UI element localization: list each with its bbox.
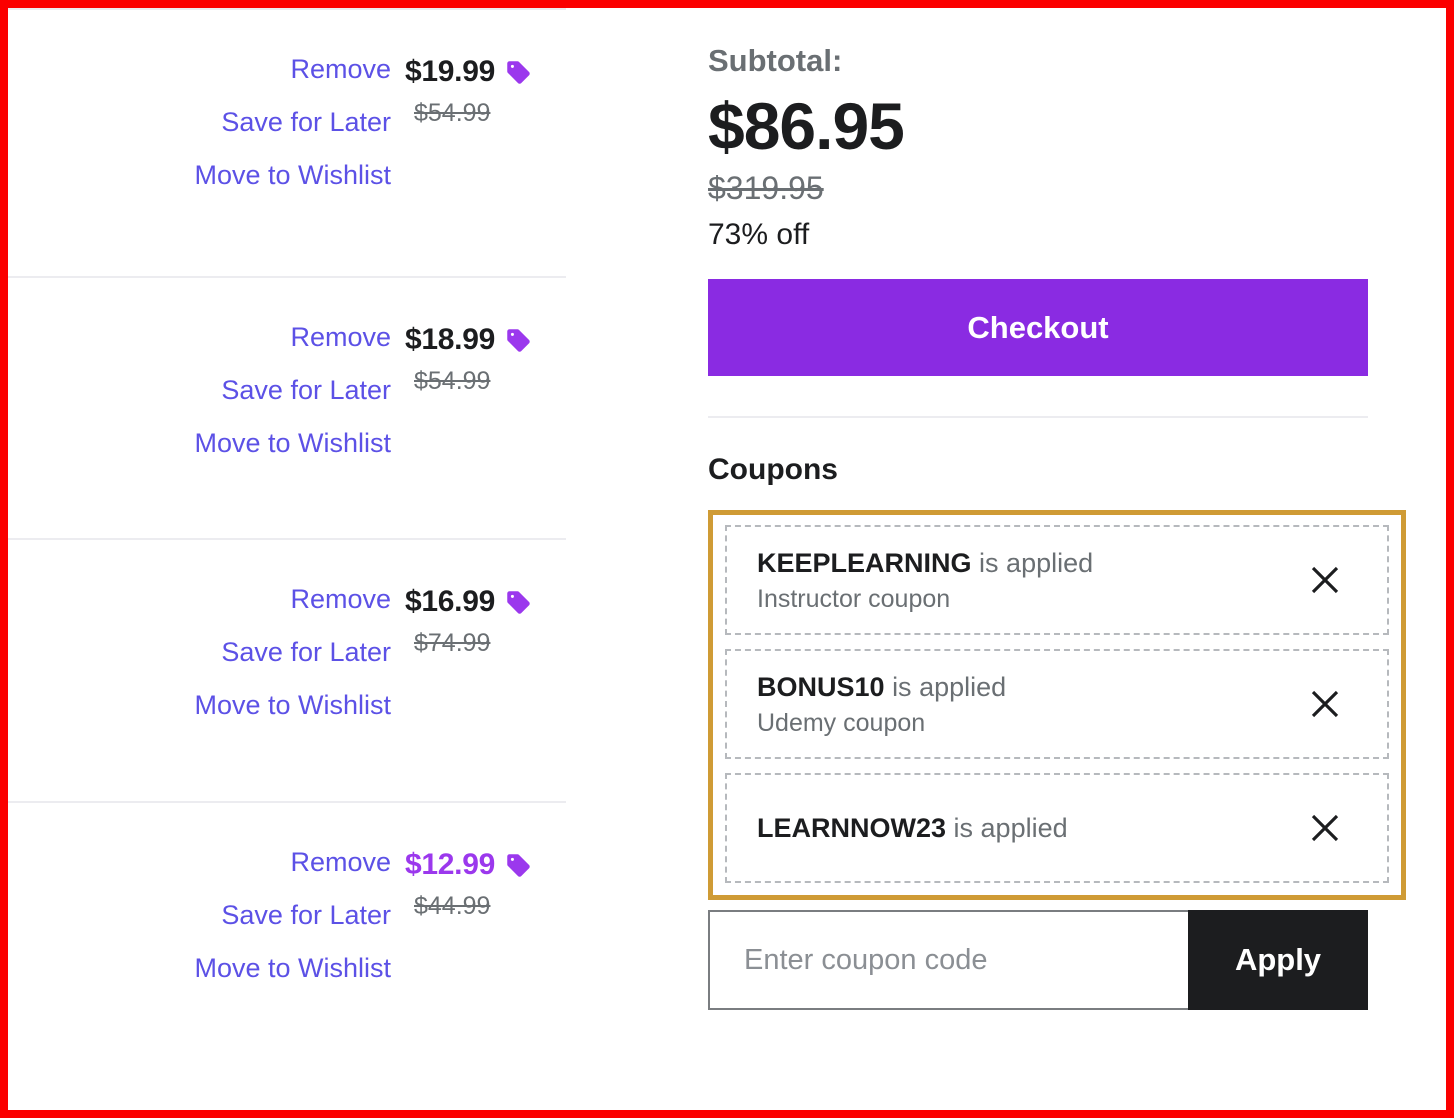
save-for-later-link[interactable]: Save for Later xyxy=(221,637,391,668)
item-original-price: $44.99 xyxy=(414,892,491,920)
coupon-text: BONUS10 is applied Udemy coupon xyxy=(757,670,1006,739)
coupon-status: is applied xyxy=(953,813,1068,843)
tag-icon xyxy=(507,60,530,84)
cart-item-price-block: $18.99 $54.99 xyxy=(391,278,566,396)
coupon-code: LEARNNOW23 xyxy=(757,813,947,843)
price-row: $16.99 xyxy=(405,584,532,620)
price-row: $12.99 xyxy=(405,847,532,883)
coupon-code-input[interactable] xyxy=(708,910,1188,1010)
checkout-button[interactable]: Checkout xyxy=(708,279,1368,376)
summary-divider xyxy=(708,416,1368,418)
tag-icon xyxy=(507,328,530,352)
item-original-price: $74.99 xyxy=(414,629,491,657)
remove-link[interactable]: Remove xyxy=(290,847,391,878)
remove-coupon-button[interactable] xyxy=(1303,558,1347,602)
coupons-heading: Coupons xyxy=(708,453,838,486)
item-current-price: $16.99 xyxy=(405,585,495,618)
save-for-later-link[interactable]: Save for Later xyxy=(221,375,391,406)
subtotal-discount-percent: 73% off xyxy=(708,218,810,251)
tag-icon xyxy=(507,853,530,877)
move-to-wishlist-link[interactable]: Move to Wishlist xyxy=(194,953,391,984)
remove-coupon-button[interactable] xyxy=(1303,806,1347,850)
applied-coupon-row: BONUS10 is applied Udemy coupon xyxy=(725,649,1389,759)
subtotal-amount: $86.95 xyxy=(708,89,905,163)
remove-link[interactable]: Remove xyxy=(290,584,391,615)
coupon-code: KEEPLEARNING xyxy=(757,547,972,578)
applied-coupons-box: KEEPLEARNING is applied Instructor coupo… xyxy=(708,510,1406,900)
cart-items-column: Remove Save for Later Move to Wishlist $… xyxy=(8,8,566,1110)
apply-coupon-button[interactable]: Apply xyxy=(1188,910,1368,1010)
cart-item: Remove Save for Later Move to Wishlist $… xyxy=(8,8,566,278)
coupon-status-line: BONUS10 is applied xyxy=(757,670,1006,704)
cart-item: Remove Save for Later Move to Wishlist $… xyxy=(8,803,566,1048)
coupon-status: is applied xyxy=(892,671,1007,702)
cart-item-actions: Remove Save for Later Move to Wishlist xyxy=(194,10,391,225)
coupon-entry-row: Apply xyxy=(708,910,1368,1010)
coupon-text: LEARNNOW23 is applied xyxy=(757,811,1068,845)
tag-icon xyxy=(507,590,530,614)
close-icon xyxy=(1311,814,1339,842)
coupon-status-line: LEARNNOW23 is applied xyxy=(757,811,1068,845)
item-original-price: $54.99 xyxy=(414,367,491,395)
applied-coupon-row: KEEPLEARNING is applied Instructor coupo… xyxy=(725,525,1389,635)
item-current-price: $18.99 xyxy=(405,323,495,356)
cart-item-price-block: $12.99 $44.99 xyxy=(391,803,566,921)
subtotal-original-price: $319.95 xyxy=(708,170,824,206)
coupon-status-line: KEEPLEARNING is applied xyxy=(757,546,1093,580)
cart-page: Remove Save for Later Move to Wishlist $… xyxy=(8,8,1446,1110)
item-original-price: $54.99 xyxy=(414,99,491,127)
price-row: $19.99 xyxy=(405,54,532,90)
subtotal-label: Subtotal: xyxy=(708,43,843,78)
applied-coupon-row: LEARNNOW23 is applied xyxy=(725,773,1389,883)
save-for-later-link[interactable]: Save for Later xyxy=(221,900,391,931)
coupon-status: is applied xyxy=(979,547,1094,578)
cart-item-price-block: $19.99 $54.99 xyxy=(391,10,566,128)
cart-item: Remove Save for Later Move to Wishlist $… xyxy=(8,278,566,540)
cart-item-actions: Remove Save for Later Move to Wishlist xyxy=(194,540,391,755)
coupon-code: BONUS10 xyxy=(757,671,885,702)
order-summary-column: Subtotal: $86.95 $319.95 73% off Checkou… xyxy=(566,8,1454,1110)
move-to-wishlist-link[interactable]: Move to Wishlist xyxy=(194,428,391,459)
price-row: $18.99 xyxy=(405,322,532,358)
item-current-price: $12.99 xyxy=(405,848,495,881)
cart-item-actions: Remove Save for Later Move to Wishlist xyxy=(194,803,391,1018)
coupon-text: KEEPLEARNING is applied Instructor coupo… xyxy=(757,546,1093,615)
coupon-source: Instructor coupon xyxy=(757,584,951,613)
remove-coupon-button[interactable] xyxy=(1303,682,1347,726)
screenshot-frame: Remove Save for Later Move to Wishlist $… xyxy=(0,0,1454,1118)
item-current-price: $19.99 xyxy=(405,55,495,88)
cart-item-actions: Remove Save for Later Move to Wishlist xyxy=(194,278,391,493)
save-for-later-link[interactable]: Save for Later xyxy=(221,107,391,138)
remove-link[interactable]: Remove xyxy=(290,322,391,353)
close-icon xyxy=(1311,566,1339,594)
move-to-wishlist-link[interactable]: Move to Wishlist xyxy=(194,160,391,191)
coupon-source: Udemy coupon xyxy=(757,708,926,737)
move-to-wishlist-link[interactable]: Move to Wishlist xyxy=(194,690,391,721)
close-icon xyxy=(1311,690,1339,718)
cart-item-price-block: $16.99 $74.99 xyxy=(391,540,566,658)
cart-item: Remove Save for Later Move to Wishlist $… xyxy=(8,540,566,803)
remove-link[interactable]: Remove xyxy=(290,54,391,85)
